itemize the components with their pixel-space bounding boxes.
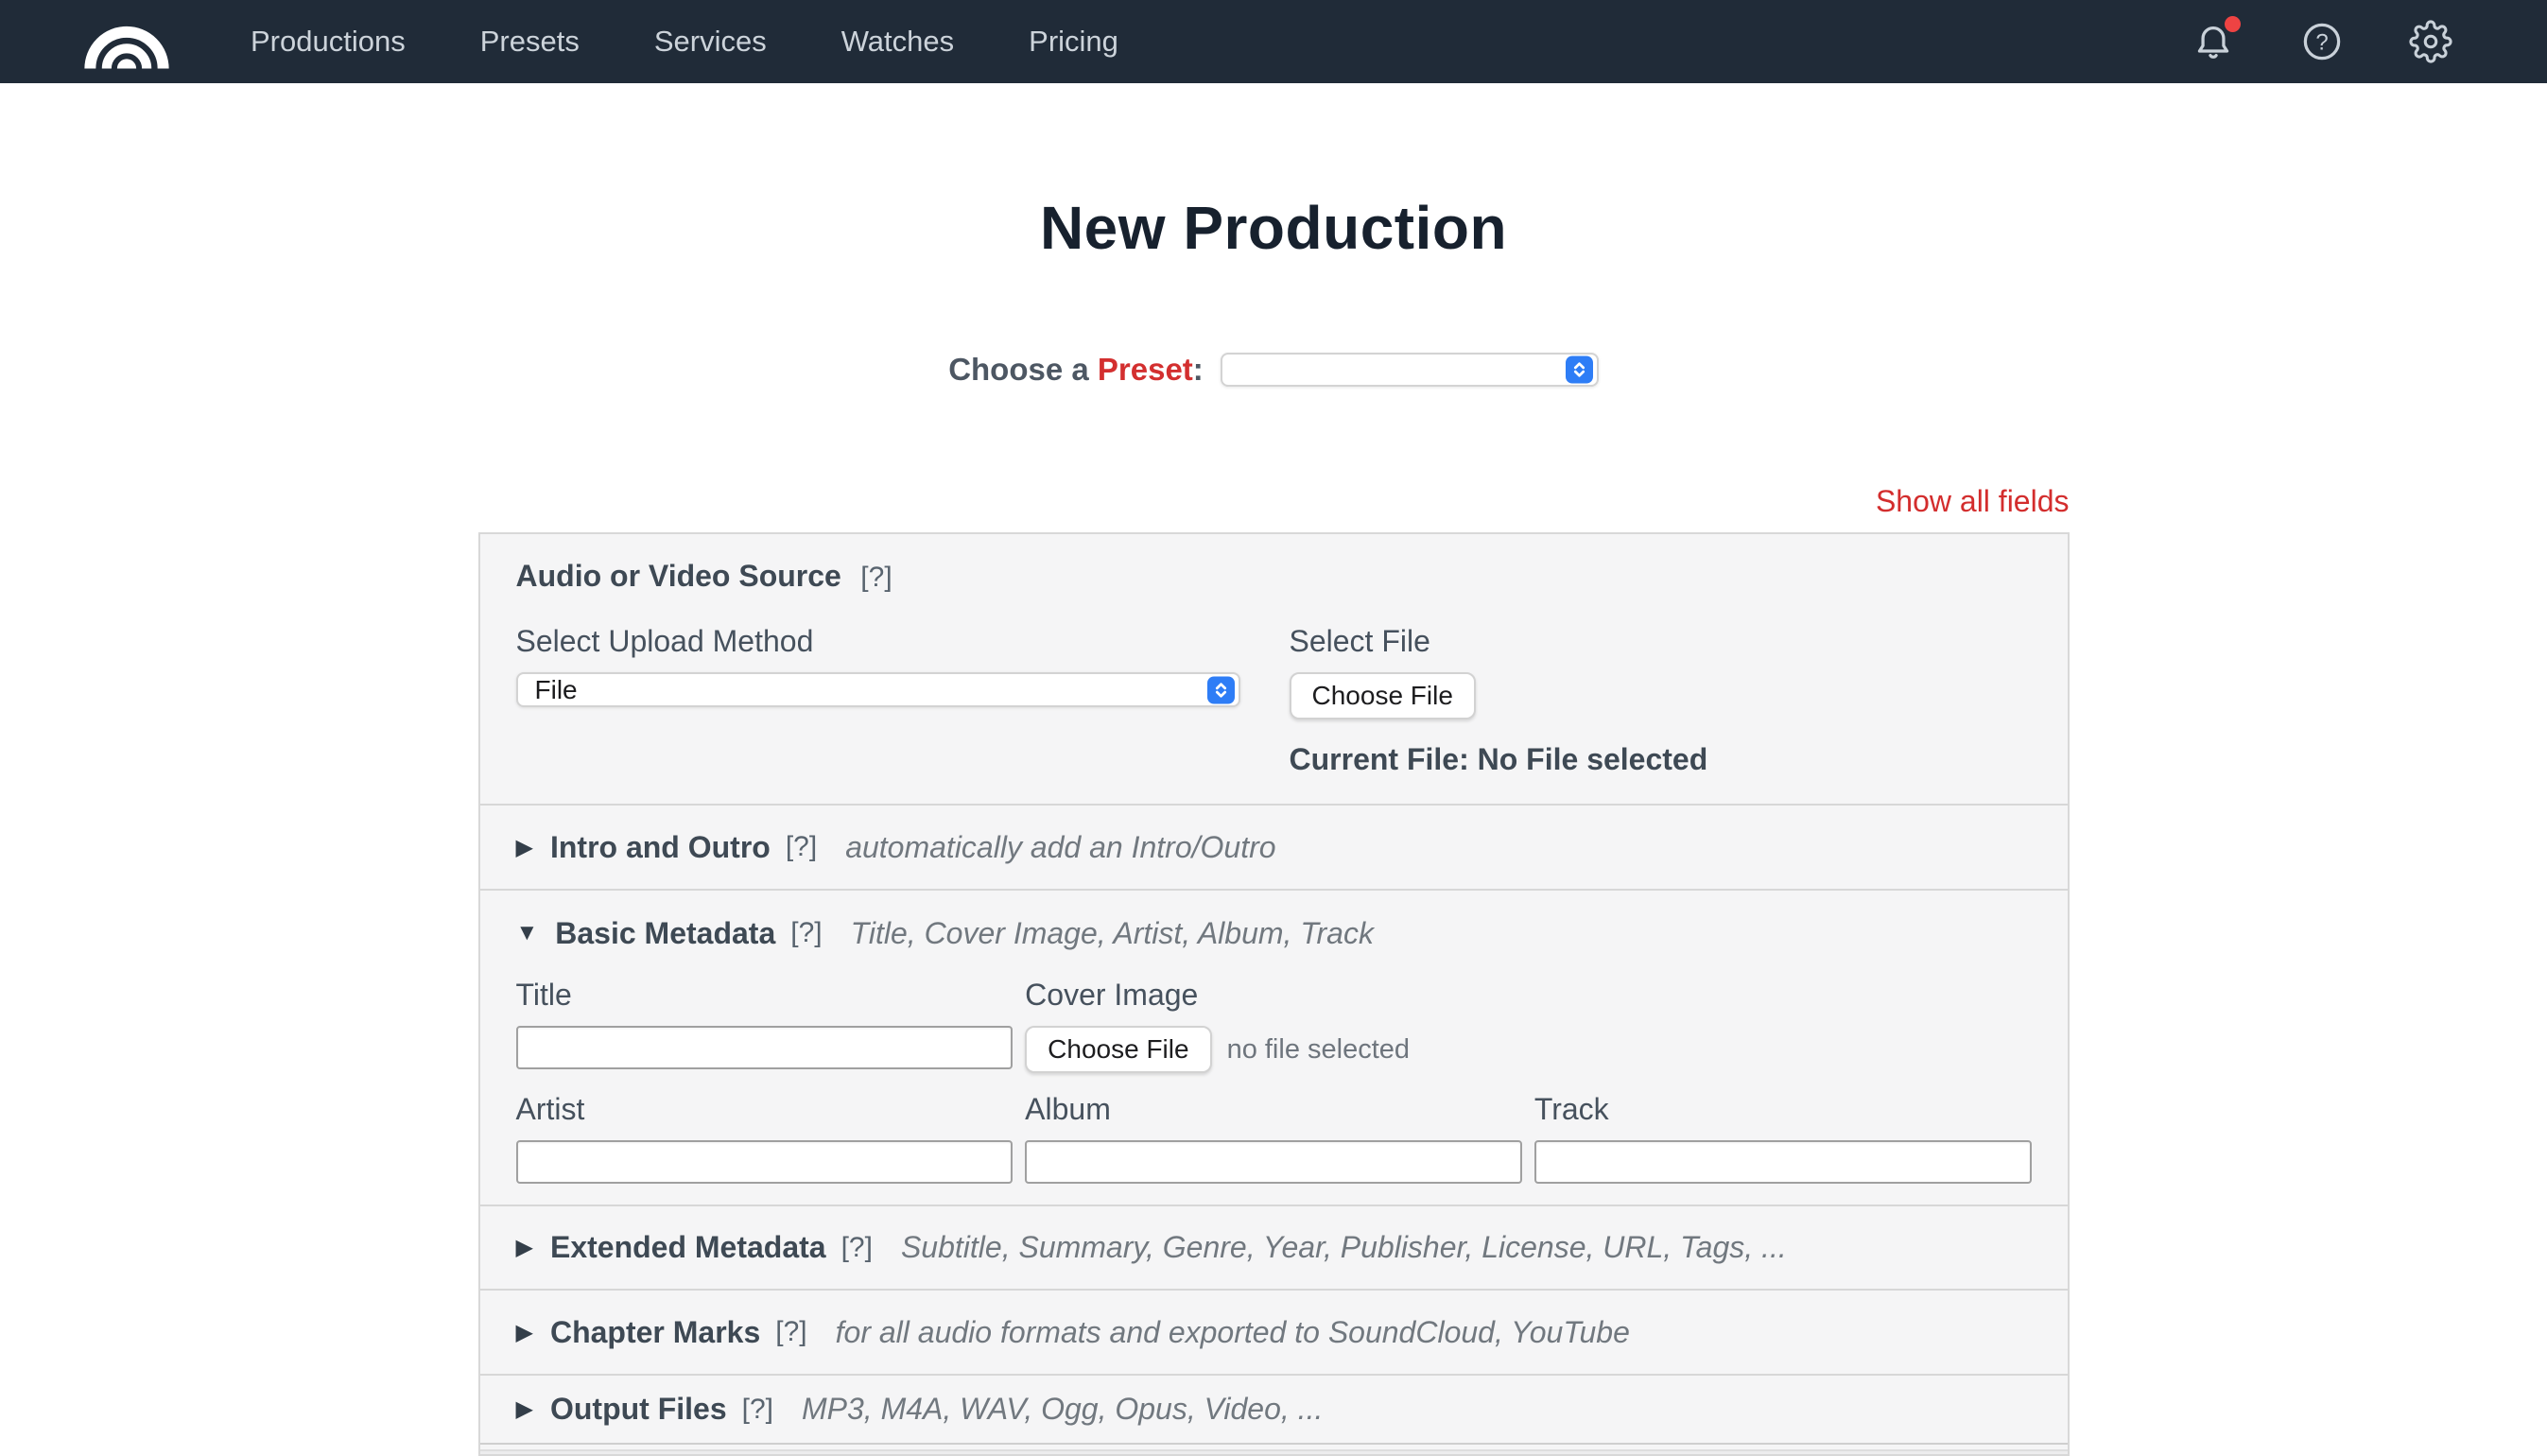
basic-metadata-header[interactable]: ▼ Basic Metadata [?] Title, Cover Image,… xyxy=(480,891,2068,976)
preset-select[interactable] xyxy=(1221,353,1599,387)
upload-method-label: Select Upload Method xyxy=(516,624,1240,659)
nav-item-presets[interactable]: Presets xyxy=(480,0,580,83)
preset-label: Choose a Preset: xyxy=(948,352,1204,388)
select-stepper-icon xyxy=(1207,676,1235,703)
source-help-link[interactable]: [?] xyxy=(860,562,892,593)
output-files-title: Output Files xyxy=(550,1392,727,1427)
nav-item-watches[interactable]: Watches xyxy=(841,0,954,83)
section-extended-metadata[interactable]: ▶ Extended Metadata [?] Subtitle, Summar… xyxy=(480,1205,2068,1289)
basic-metadata-summary: Title, Cover Image, Artist, Album, Track xyxy=(851,916,1374,951)
notifications-bell-icon[interactable] xyxy=(2192,20,2235,63)
preset-label-suffix: : xyxy=(1193,352,1204,387)
extended-metadata-title: Extended Metadata xyxy=(550,1230,826,1265)
title-label: Title xyxy=(516,978,1014,1013)
notification-badge xyxy=(2225,16,2241,32)
settings-gear-icon[interactable] xyxy=(2409,20,2452,63)
collapsed-triangle-icon[interactable]: ▶ xyxy=(516,1319,533,1346)
select-stepper-icon xyxy=(1566,356,1593,384)
nav-iconbar: ? xyxy=(2192,20,2452,63)
expanded-triangle-icon[interactable]: ▼ xyxy=(516,920,539,946)
nav-item-pricing[interactable]: Pricing xyxy=(1029,0,1118,83)
cover-choose-file-button[interactable]: Choose File xyxy=(1025,1026,1211,1073)
collapsed-triangle-icon[interactable]: ▶ xyxy=(516,1395,533,1423)
track-label: Track xyxy=(1534,1092,2032,1127)
cropped-next-section-inner xyxy=(480,1449,2068,1454)
upload-method-value: File xyxy=(518,677,578,703)
upload-method-column: Select Upload Method File xyxy=(516,624,1240,777)
nav-item-services[interactable]: Services xyxy=(654,0,767,83)
track-field-cell: Track xyxy=(1534,1073,2032,1184)
source-section-title: Audio or Video Source xyxy=(516,559,841,593)
section-intro-outro[interactable]: ▶ Intro and Outro [?] automatically add … xyxy=(480,804,2068,889)
preset-label-accent: Preset xyxy=(1098,352,1193,387)
artist-input[interactable] xyxy=(516,1140,1014,1184)
cover-image-row: Choose File no file selected xyxy=(1025,1026,2031,1073)
artist-label: Artist xyxy=(516,1092,1014,1127)
extended-metadata-summary: Subtitle, Summary, Genre, Year, Publishe… xyxy=(901,1230,1787,1265)
extended-metadata-help-link[interactable]: [?] xyxy=(841,1232,873,1264)
collapsed-triangle-icon[interactable]: ▶ xyxy=(516,1234,533,1261)
chapter-marks-summary: for all audio formats and exported to So… xyxy=(836,1315,1630,1350)
section-audio-video-source: Audio or Video Source [?] Select Upload … xyxy=(480,534,2068,804)
nav-links: Productions Presets Services Watches Pri… xyxy=(251,0,1118,83)
section-output-files[interactable]: ▶ Output Files [?] MP3, M4A, WAV, Ogg, O… xyxy=(480,1374,2068,1443)
page-title: New Production xyxy=(0,193,2547,263)
output-files-help-link[interactable]: [?] xyxy=(742,1394,773,1426)
help-icon[interactable]: ? xyxy=(2300,20,2344,63)
preset-chooser-row: Choose a Preset: xyxy=(0,352,2547,388)
show-all-fields-link[interactable]: Show all fields xyxy=(478,484,2070,519)
title-field-cell: Title xyxy=(516,978,1014,1073)
basic-metadata-title: Basic Metadata xyxy=(555,916,775,951)
chapter-marks-help-link[interactable]: [?] xyxy=(775,1316,806,1348)
production-form-panel: Audio or Video Source [?] Select Upload … xyxy=(478,532,2070,1456)
nav-item-productions[interactable]: Productions xyxy=(251,0,406,83)
select-file-column: Select File Choose File Current File: No… xyxy=(1290,624,1708,777)
basic-metadata-fields: Title Cover Image Choose File no file se… xyxy=(480,976,2068,1205)
auphonic-logo-icon[interactable] xyxy=(83,12,170,71)
intro-outro-title: Intro and Outro xyxy=(550,830,771,865)
current-file-status: Current File: No File selected xyxy=(1290,742,1708,777)
main-content: Show all fields Audio or Video Source [?… xyxy=(478,484,2070,1456)
intro-outro-help-link[interactable]: [?] xyxy=(786,831,817,863)
title-input[interactable] xyxy=(516,1026,1014,1069)
cropped-next-section xyxy=(480,1443,2068,1449)
album-label: Album xyxy=(1025,1092,1522,1127)
cover-image-cell: Cover Image Choose File no file selected xyxy=(1025,978,2031,1073)
svg-text:?: ? xyxy=(2315,29,2328,55)
cover-file-status: no file selected xyxy=(1227,1034,1410,1066)
basic-metadata-help-link[interactable]: [?] xyxy=(790,917,822,949)
select-file-label: Select File xyxy=(1290,624,1708,659)
album-field-cell: Album xyxy=(1025,1073,1522,1184)
track-input[interactable] xyxy=(1534,1140,2032,1184)
source-choose-file-button[interactable]: Choose File xyxy=(1290,672,1476,719)
chapter-marks-title: Chapter Marks xyxy=(550,1315,760,1350)
artist-field-cell: Artist xyxy=(516,1073,1014,1184)
cover-image-label: Cover Image xyxy=(1025,978,2031,1013)
section-basic-metadata: ▼ Basic Metadata [?] Title, Cover Image,… xyxy=(480,889,2068,1205)
intro-outro-summary: automatically add an Intro/Outro xyxy=(845,830,1275,865)
album-input[interactable] xyxy=(1025,1140,1522,1184)
upload-method-select[interactable]: File xyxy=(516,672,1240,707)
section-chapter-marks[interactable]: ▶ Chapter Marks [?] for all audio format… xyxy=(480,1289,2068,1374)
source-columns: Select Upload Method File Select File Ch… xyxy=(516,624,2032,777)
top-navbar: Productions Presets Services Watches Pri… xyxy=(0,0,2547,83)
source-section-header: Audio or Video Source [?] xyxy=(516,559,2032,594)
output-files-summary: MP3, M4A, WAV, Ogg, Opus, Video, ... xyxy=(802,1392,1323,1427)
collapsed-triangle-icon[interactable]: ▶ xyxy=(516,834,533,861)
preset-label-prefix: Choose a xyxy=(948,352,1098,387)
